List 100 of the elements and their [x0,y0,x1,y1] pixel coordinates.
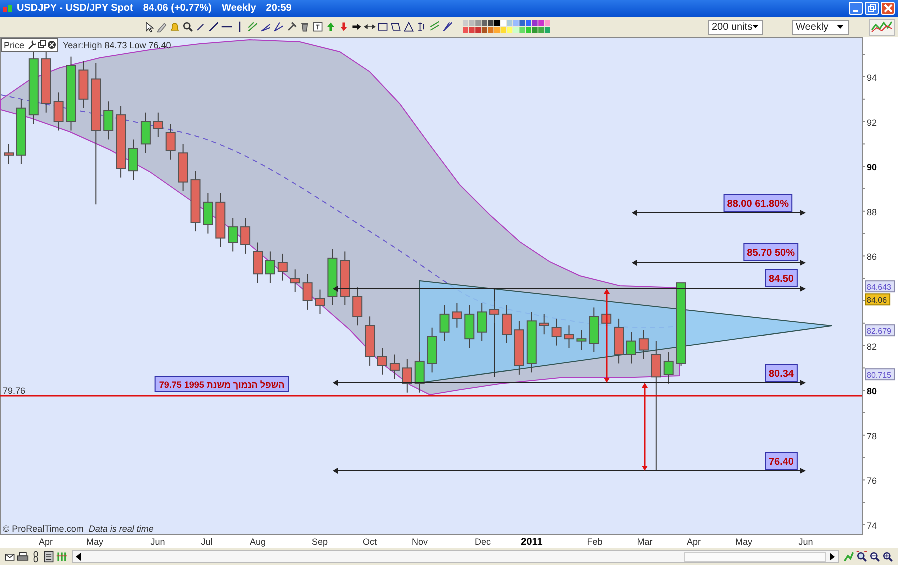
axis-tick-label: Oct [363,537,377,547]
price-annotation: 84.50 [765,270,798,288]
candlestick [54,92,64,132]
wrench-icon[interactable] [28,40,37,50]
search-icon[interactable] [182,20,194,34]
candlestick [514,320,524,376]
candlestick [178,144,188,192]
candlestick [153,112,164,138]
candlestick [564,325,574,349]
candlestick [539,314,550,336]
candlestick [104,101,114,140]
text-icon[interactable] [312,20,324,34]
axis-tick-label: Mar [637,537,653,547]
candlestick [427,327,438,374]
candlestick [626,332,636,364]
candlestick [378,348,388,376]
fan-icon[interactable] [442,20,454,34]
price-tag: 84.643 [865,280,896,293]
scroll-left-icon[interactable] [75,552,82,560]
axis-tick-label: May [736,537,752,547]
price-tag: 82.679 [865,324,896,337]
restore-icon [868,4,876,13]
trash-icon[interactable] [299,20,311,34]
axis-tick-label: 90 [867,162,878,173]
zoom-in-icon[interactable] [882,550,894,564]
axis-tick-label: 2011 [521,537,543,548]
zoom-reset-icon[interactable] [856,550,868,564]
candlestick [253,242,263,284]
color-palette[interactable] [462,19,552,35]
hammer-icon[interactable] [286,20,298,34]
chart-type-button[interactable] [869,18,895,36]
window-title: USDJPY - USD/JPY Spot [17,3,134,14]
candlestick [440,304,450,342]
candlestick [216,192,226,248]
candlestick [340,251,350,306]
line-icon[interactable] [208,20,220,34]
axis-tick-label: 88 [867,207,878,218]
candlestick [490,300,500,324]
minimize-button[interactable] [849,2,863,15]
scroll-right-icon[interactable] [829,552,836,560]
timeframe-dropdown[interactable]: Weekly [792,20,849,34]
candlestick [526,312,537,374]
close-button[interactable] [881,2,895,15]
fan-icon[interactable] [273,20,285,34]
axis-tick-label: May [86,537,104,547]
axis-tick-label: 80 [867,386,878,397]
price-annotation: 76.40 [765,452,798,470]
rectangle-icon[interactable] [377,20,389,34]
candlestick [140,112,151,154]
triangle-icon[interactable] [403,20,415,34]
candlestick [203,192,214,234]
support-value: 79.76 [3,386,26,396]
price-tag: 84.06 [865,294,891,306]
candlestick [576,330,587,351]
candlestick [278,253,288,282]
pencil-icon[interactable] [156,20,168,34]
axis-tick-label: Nov [412,537,428,547]
candlestick [614,318,624,364]
time-label: 20:59 [266,3,292,14]
candlestick [190,170,201,232]
axis-tick-label: Apr [687,537,701,547]
axis-tick-label: 86 [867,252,878,262]
candlestick [664,352,674,384]
candlestick [328,248,338,306]
candlestick [315,289,326,315]
year-range-info: Year:High 84.73 Low 76.40 [63,40,172,50]
printer-icon[interactable] [17,550,29,564]
candlestick [452,302,462,328]
restore-button[interactable] [865,2,879,15]
candlestick [228,218,238,252]
candlestick [589,307,600,354]
horizontal-scrollbar[interactable] [72,550,839,563]
axis-tick-label: Aug [250,537,266,547]
pointer-icon[interactable] [143,20,155,34]
axis-tick-label: 94 [867,73,878,83]
down-arrow-icon[interactable] [338,20,350,34]
axis-tick-label: 74 [867,521,878,531]
close-icon[interactable] [48,41,56,49]
axis-tick-label: Jun [150,537,166,547]
candlestick [390,354,400,380]
candlestick [128,139,138,181]
candlestick [464,304,475,349]
parallelogram-icon[interactable] [390,20,402,34]
bars-icon[interactable] [56,550,68,564]
app-icon [3,4,13,14]
axis-tick-label: 82 [867,342,878,352]
last-price: 84.06 (+0.77%) [143,3,212,14]
data-status-text: Data is real time [88,524,154,534]
line-chart-icon [871,20,893,34]
windows-icon[interactable] [38,40,46,48]
candlestick [402,358,412,394]
zoom-out-icon[interactable] [869,550,881,564]
axis-tick-label: 76 [867,476,878,486]
candlestick [240,218,251,254]
price-annotation: 80.34 [765,364,798,382]
copyright-text: © ProRealTime.com [3,524,84,534]
candlestick [477,302,488,342]
scrollbar-thumb[interactable] [684,552,826,562]
units-dropdown[interactable]: 200 units [708,20,763,34]
candlestick [352,287,363,326]
